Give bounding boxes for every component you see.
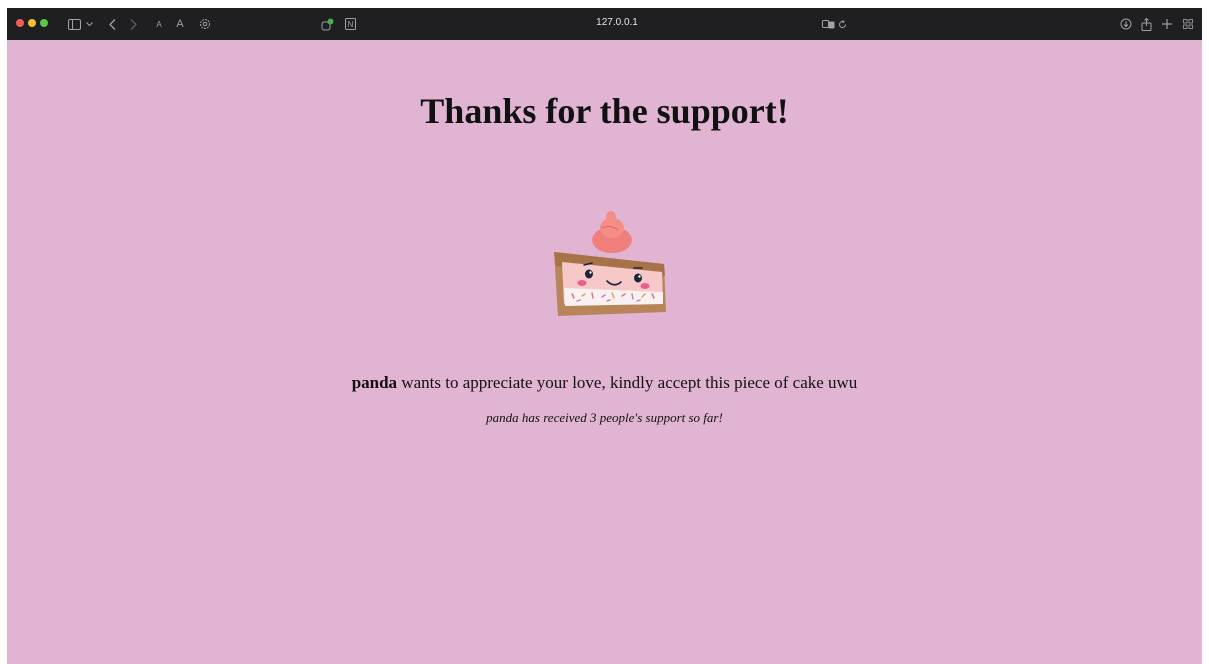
translate-icon[interactable] <box>820 14 836 34</box>
minimize-window-button[interactable] <box>28 19 36 27</box>
supporter-name: panda <box>351 373 398 392</box>
back-icon[interactable] <box>106 14 118 34</box>
tab-overview-icon[interactable] <box>1181 14 1195 34</box>
reload-icon[interactable] <box>837 14 847 34</box>
page-content: Thanks for the support! panda wants to a… <box>7 40 1202 664</box>
address-bar[interactable]: 127.0.0.1 <box>577 17 657 28</box>
notion-icon[interactable]: N <box>343 14 357 34</box>
chevron-down-icon[interactable] <box>84 14 94 34</box>
appreciation-message: panda wants to appreciate your love, kin… <box>7 373 1202 393</box>
browser-window: A A N 127.0.0.1 Thanks for the support! … <box>7 8 1202 664</box>
zoom-window-button[interactable] <box>40 19 48 27</box>
close-window-button[interactable] <box>16 19 24 27</box>
settings-icon[interactable] <box>198 14 212 34</box>
forward-icon[interactable] <box>127 14 139 34</box>
cake-illustration <box>554 211 666 316</box>
support-count: panda has received 3 people's support so… <box>486 410 723 425</box>
svg-text:N: N <box>347 20 353 29</box>
browser-toolbar: A A N 127.0.0.1 <box>7 8 1202 40</box>
extension-icon[interactable] <box>319 14 335 34</box>
text-larger-icon[interactable]: A <box>174 14 186 34</box>
appreciation-message-text: wants to appreciate your love, kindly ac… <box>397 373 858 392</box>
download-icon[interactable] <box>1119 14 1133 34</box>
new-tab-icon[interactable] <box>1160 14 1174 34</box>
share-icon[interactable] <box>1139 14 1153 34</box>
text-smaller-icon[interactable]: A <box>154 14 164 34</box>
page-title: Thanks for the support! <box>420 91 789 131</box>
sidebar-icon[interactable] <box>66 14 82 34</box>
